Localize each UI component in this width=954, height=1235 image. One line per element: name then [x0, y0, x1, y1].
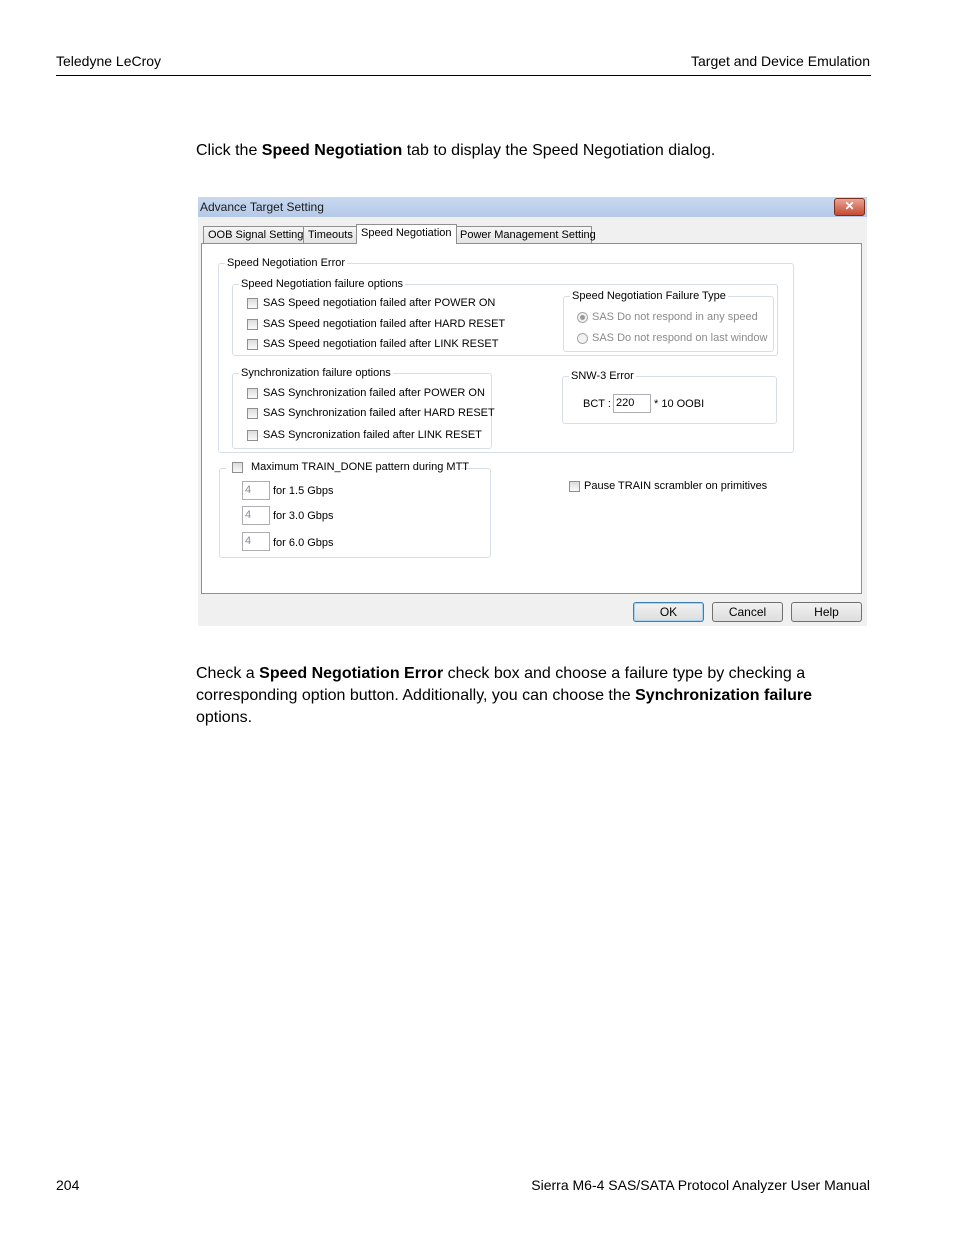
close-icon: ✕	[844, 199, 855, 213]
close-button[interactable]: ✕	[834, 198, 865, 216]
description-text-1: Check a	[196, 665, 260, 682]
max-train-done-checkbox[interactable]	[232, 462, 243, 473]
train-rate-1-5-input[interactable]: 4	[242, 481, 270, 500]
train-rate-3-0-input[interactable]: 4	[242, 506, 270, 525]
snw3-error-legend: SNW-3 Error	[571, 370, 634, 382]
sync-fail-hard-reset-checkbox[interactable]	[247, 408, 258, 419]
bct-unit-label: * 10 OOBI	[654, 398, 705, 410]
max-train-done-label: Maximum TRAIN_DONE pattern during MTT	[251, 461, 470, 473]
bct-input[interactable]: 220	[613, 394, 651, 413]
description-bold-1: Speed Negotiation Error	[259, 665, 444, 682]
speed-fail-link-reset-label: SAS Speed negotiation failed after LINK …	[263, 338, 499, 350]
sync-fail-power-on-label: SAS Synchronization failed after POWER O…	[263, 387, 485, 399]
sync-failure-options-legend: Synchronization failure options	[241, 367, 391, 379]
speed-fail-power-on-checkbox[interactable]	[247, 298, 258, 309]
pause-train-scrambler-checkbox[interactable]	[569, 481, 580, 492]
failure-type-any-speed-label: SAS Do not respond in any speed	[592, 311, 758, 323]
tab-power-management-setting[interactable]: Power Management Setting	[455, 226, 596, 243]
help-button[interactable]: Help	[791, 602, 862, 622]
dialog-title: Advance Target Setting	[200, 200, 324, 214]
page-number: 204	[56, 1177, 80, 1193]
speed-fail-link-reset-checkbox[interactable]	[247, 339, 258, 350]
intro-bold: Speed Negotiation	[261, 142, 403, 159]
description-text-3: options.	[196, 709, 253, 726]
sync-fail-hard-reset-label: SAS Synchronization failed after HARD RE…	[263, 407, 495, 419]
description-bold-2: Synchronization failure	[635, 687, 813, 704]
ok-button[interactable]: OK	[633, 602, 704, 622]
sync-fail-link-reset-label: SAS Syncronization failed after LINK RES…	[263, 429, 482, 441]
header-company: Teledyne LeCroy	[56, 53, 162, 69]
speed-fail-power-on-label: SAS Speed negotiation failed after POWER…	[263, 297, 496, 309]
speed-negotiation-panel: Speed Negotiation Error Speed Negotiatio…	[201, 243, 862, 594]
tab-speed-negotiation[interactable]: Speed Negotiation	[356, 224, 457, 244]
train-rate-6-0-label: for 6.0 Gbps	[273, 537, 334, 549]
train-rate-1-5-label: for 1.5 Gbps	[273, 485, 334, 497]
speed-fail-hard-reset-label: SAS Speed negotiation failed after HARD …	[263, 318, 506, 330]
sync-fail-power-on-checkbox[interactable]	[247, 388, 258, 399]
failure-type-last-window-radio[interactable]	[577, 333, 588, 344]
pause-train-scrambler-label: Pause TRAIN scrambler on primitives	[584, 480, 768, 492]
advance-target-setting-dialog: Advance Target Setting ✕ OOB Signal Sett…	[198, 197, 867, 626]
failure-type-any-speed-radio[interactable]	[577, 312, 588, 323]
intro-text-2: tab to display the Speed Negotiation dia…	[402, 142, 716, 159]
failure-options-legend: Speed Negotiation failure options	[241, 278, 404, 290]
failure-type-legend: Speed Negotiation Failure Type	[572, 290, 726, 302]
speed-fail-hard-reset-checkbox[interactable]	[247, 319, 258, 330]
header-section: Target and Device Emulation	[691, 53, 870, 69]
snw3-error-group: SNW-3 Error	[562, 370, 777, 424]
manual-title: Sierra M6-4 SAS/SATA Protocol Analyzer U…	[531, 1177, 870, 1193]
train-rate-6-0-input[interactable]: 4	[242, 532, 270, 551]
cancel-button[interactable]: Cancel	[712, 602, 783, 622]
description-paragraph: Check a Speed Negotiation Error check bo…	[196, 663, 856, 729]
intro-text-1: Click the	[196, 142, 262, 159]
dialog-titlebar: Advance Target Setting ✕	[198, 197, 867, 217]
header-rule	[56, 75, 871, 76]
bct-label: BCT :	[583, 398, 611, 410]
tab-timeouts[interactable]: Timeouts	[303, 226, 357, 243]
tab-oob-signal-setting[interactable]: OOB Signal Setting	[203, 226, 304, 243]
speed-negotiation-error-legend: Speed Negotiation Error	[227, 257, 346, 269]
failure-type-last-window-label: SAS Do not respond on last window	[592, 332, 768, 344]
sync-fail-link-reset-checkbox[interactable]	[247, 430, 258, 441]
train-rate-3-0-label: for 3.0 Gbps	[273, 510, 334, 522]
intro-paragraph: Click the Speed Negotiation tab to displ…	[196, 140, 715, 162]
